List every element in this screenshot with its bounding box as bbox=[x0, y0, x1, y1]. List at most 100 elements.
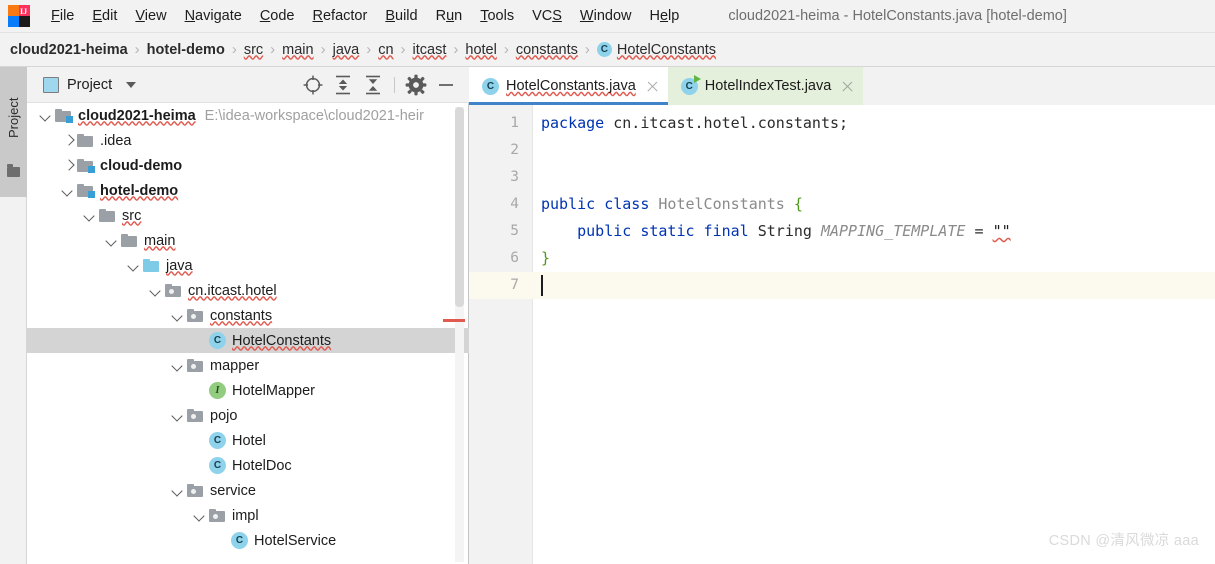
scrollbar-thumb[interactable] bbox=[455, 107, 464, 307]
menu-mnemonic: E bbox=[92, 8, 103, 24]
breadcrumb-separator: › bbox=[366, 41, 372, 58]
breadcrumb-item-main[interactable]: main bbox=[282, 42, 313, 58]
breadcrumb-item-cloud2021-heima[interactable]: cloud2021-heima bbox=[10, 42, 128, 58]
package-icon bbox=[165, 283, 182, 298]
code-line[interactable]: 3 bbox=[469, 164, 1215, 191]
code-token: } bbox=[541, 249, 551, 267]
chevron-down-icon[interactable] bbox=[149, 284, 162, 297]
menu-item-refactor[interactable]: Refactor bbox=[304, 5, 377, 27]
code-line[interactable]: 2 bbox=[469, 137, 1215, 164]
chevron-right-icon[interactable] bbox=[61, 134, 74, 147]
tree-node--idea[interactable]: .idea bbox=[27, 128, 469, 153]
editor-tab-label: HotelIndexTest.java bbox=[704, 78, 832, 94]
breadcrumb-item-hotelconstants[interactable]: C HotelConstants bbox=[596, 41, 717, 58]
menu-mnemonic: W bbox=[579, 8, 594, 24]
menu-item-code[interactable]: Code bbox=[251, 5, 304, 27]
chevron-down-icon[interactable] bbox=[83, 209, 96, 222]
editor-tab-hotelconstants-java[interactable]: C HotelConstants.java bbox=[469, 67, 668, 105]
chevron-down-icon[interactable] bbox=[61, 184, 74, 197]
expand-all-button[interactable] bbox=[330, 72, 356, 98]
menu-item-view[interactable]: View bbox=[126, 5, 175, 27]
menu-item-window[interactable]: Window bbox=[571, 5, 641, 27]
tree-node-service[interactable]: service bbox=[27, 478, 469, 503]
chevron-right-icon[interactable] bbox=[61, 159, 74, 172]
chevron-down-icon[interactable] bbox=[127, 259, 140, 272]
chevron-down-icon[interactable] bbox=[193, 509, 206, 522]
project-panel-actions bbox=[298, 72, 469, 98]
code-line[interactable]: 4 public class HotelConstants { bbox=[469, 191, 1215, 218]
tree-node-hotel-demo[interactable]: hotel-demo bbox=[27, 178, 469, 203]
tree-node-label: service bbox=[210, 482, 256, 499]
tool-window-tab-project[interactable]: Project bbox=[0, 67, 27, 197]
locate-in-tree-button[interactable] bbox=[300, 72, 326, 98]
tree-node-mapper[interactable]: mapper bbox=[27, 353, 469, 378]
tree-node-hoteldoc[interactable]: C HotelDoc bbox=[27, 453, 469, 478]
breadcrumb-item-cn[interactable]: cn bbox=[378, 42, 393, 58]
folder-icon bbox=[121, 233, 138, 248]
tree-node-main[interactable]: main bbox=[27, 228, 469, 253]
breadcrumb-item-hotel-demo[interactable]: hotel-demo bbox=[147, 42, 225, 58]
breadcrumb-item-constants[interactable]: constants bbox=[516, 42, 578, 58]
menu-item-help[interactable]: Help bbox=[640, 5, 688, 27]
chevron-down-icon[interactable] bbox=[171, 309, 184, 322]
menu-item-tools[interactable]: Tools bbox=[471, 5, 523, 27]
class-icon: C bbox=[596, 42, 612, 57]
breadcrumb-item-hotel[interactable]: hotel bbox=[465, 42, 496, 58]
code-line[interactable]: 7 bbox=[469, 272, 1215, 299]
chevron-down-icon[interactable] bbox=[126, 81, 137, 88]
gear-icon[interactable] bbox=[403, 72, 429, 98]
tree-node-hotel[interactable]: C Hotel bbox=[27, 428, 469, 453]
tree-node-cloud2021-heima[interactable]: cloud2021-heima E:\idea-workspace\cloud20… bbox=[27, 103, 469, 128]
toolbar-divider bbox=[394, 76, 395, 93]
tree-node-impl[interactable]: impl bbox=[27, 503, 469, 528]
error-marker bbox=[443, 319, 465, 322]
tree-node-label: .idea bbox=[100, 132, 132, 149]
line-number: 4 bbox=[510, 196, 519, 212]
menu-item-file[interactable]: File bbox=[42, 5, 83, 27]
breadcrumb-item-java[interactable]: java bbox=[333, 42, 360, 58]
chevron-down-icon[interactable] bbox=[171, 359, 184, 372]
menu-item-navigate[interactable]: Navigate bbox=[176, 5, 251, 27]
code-line[interactable]: 6} bbox=[469, 245, 1215, 272]
breadcrumb: cloud2021-heima › hotel-demo › src › main › java… bbox=[0, 33, 1215, 67]
project-tree[interactable]: cloud2021-heima E:\idea-workspace\cloud20… bbox=[27, 103, 469, 564]
breadcrumb-item-itcast[interactable]: itcast bbox=[413, 42, 447, 58]
breadcrumb-item-src[interactable]: src bbox=[244, 42, 263, 58]
chevron-down-icon[interactable] bbox=[39, 109, 52, 122]
menu-item-edit[interactable]: Edit bbox=[83, 5, 126, 27]
class-icon: C bbox=[209, 432, 226, 449]
code-line[interactable]: 1 package cn.itcast.hotel.constants; bbox=[469, 110, 1215, 137]
tree-node-constants[interactable]: constants bbox=[27, 303, 469, 328]
watermark: CSDN @清风微凉 aaa bbox=[1048, 533, 1199, 549]
tree-node-pojo[interactable]: pojo bbox=[27, 403, 469, 428]
menu-item-run[interactable]: Run bbox=[427, 5, 472, 27]
project-tree-scrollbar[interactable] bbox=[443, 107, 465, 562]
tree-node-java[interactable]: java bbox=[27, 253, 469, 278]
breadcrumb-item-label: HotelConstants bbox=[616, 41, 717, 58]
code-line[interactable]: 5 public static final String MAPPING_TEM… bbox=[469, 218, 1215, 245]
menu-item-vcs[interactable]: VCS bbox=[523, 5, 571, 27]
tree-node-hotelconstants[interactable]: C HotelConstants bbox=[27, 328, 469, 353]
tree-node-src[interactable]: src bbox=[27, 203, 469, 228]
minimize-button[interactable] bbox=[433, 72, 459, 98]
close-icon[interactable] bbox=[646, 80, 659, 93]
chevron-down-icon[interactable] bbox=[171, 409, 184, 422]
interface-icon: I bbox=[209, 382, 226, 399]
tree-node-hotelmapper[interactable]: I HotelMapper bbox=[27, 378, 469, 403]
tree-node-cloud-demo[interactable]: cloud-demo bbox=[27, 153, 469, 178]
tree-node-cn-itcast-hotel[interactable]: cn.itcast.hotel bbox=[27, 278, 469, 303]
code-token: { bbox=[793, 195, 803, 213]
menu-label-pre: H bbox=[649, 8, 660, 24]
class-icon: C bbox=[482, 77, 499, 95]
editor-tab-hotelindextest-java[interactable]: C HotelIndexTest.java bbox=[667, 67, 864, 105]
tree-node-label: HotelMapper bbox=[232, 382, 316, 399]
code-editor[interactable]: 1 package cn.itcast.hotel.constants; 2 3 4 pu… bbox=[469, 105, 1215, 564]
tree-node-hotelservice[interactable]: C HotelService bbox=[27, 528, 469, 553]
collapse-all-button[interactable] bbox=[360, 72, 386, 98]
menu-item-build[interactable]: Build bbox=[376, 5, 426, 27]
chevron-down-icon[interactable] bbox=[105, 234, 118, 247]
close-icon[interactable] bbox=[841, 80, 854, 93]
run-arrow-icon bbox=[693, 74, 701, 83]
chevron-down-icon[interactable] bbox=[171, 484, 184, 497]
